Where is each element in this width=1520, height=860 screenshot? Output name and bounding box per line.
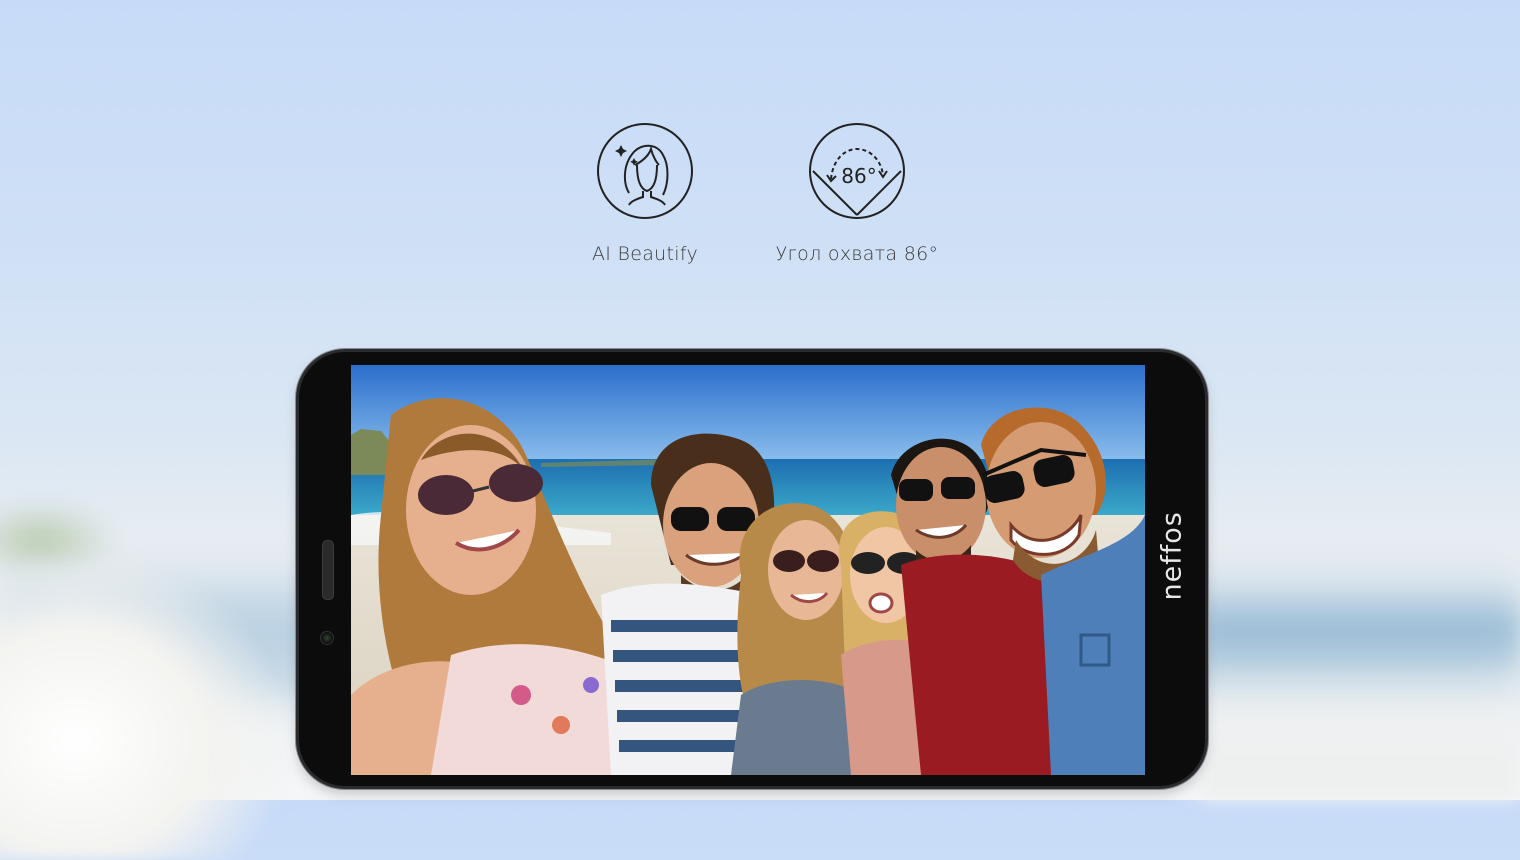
phone-screen-selfie-photo xyxy=(351,365,1145,775)
feature-label-wide-angle: Угол охвата 86° xyxy=(775,243,939,265)
phone-brand-logo: neffos xyxy=(1156,511,1188,601)
blurred-sea-right xyxy=(1205,590,1520,670)
phone-front-camera xyxy=(320,631,334,645)
phone-speaker xyxy=(322,540,334,600)
blurred-sand-left xyxy=(0,560,280,860)
wide-angle-icon-text: 86° xyxy=(841,164,876,188)
blurred-sand-right xyxy=(1200,660,1520,800)
feature-label-ai-beautify: AI Beautify xyxy=(591,243,699,265)
wide-angle-86-icon: 86° xyxy=(809,123,905,219)
ai-beautify-face-icon xyxy=(597,123,693,219)
